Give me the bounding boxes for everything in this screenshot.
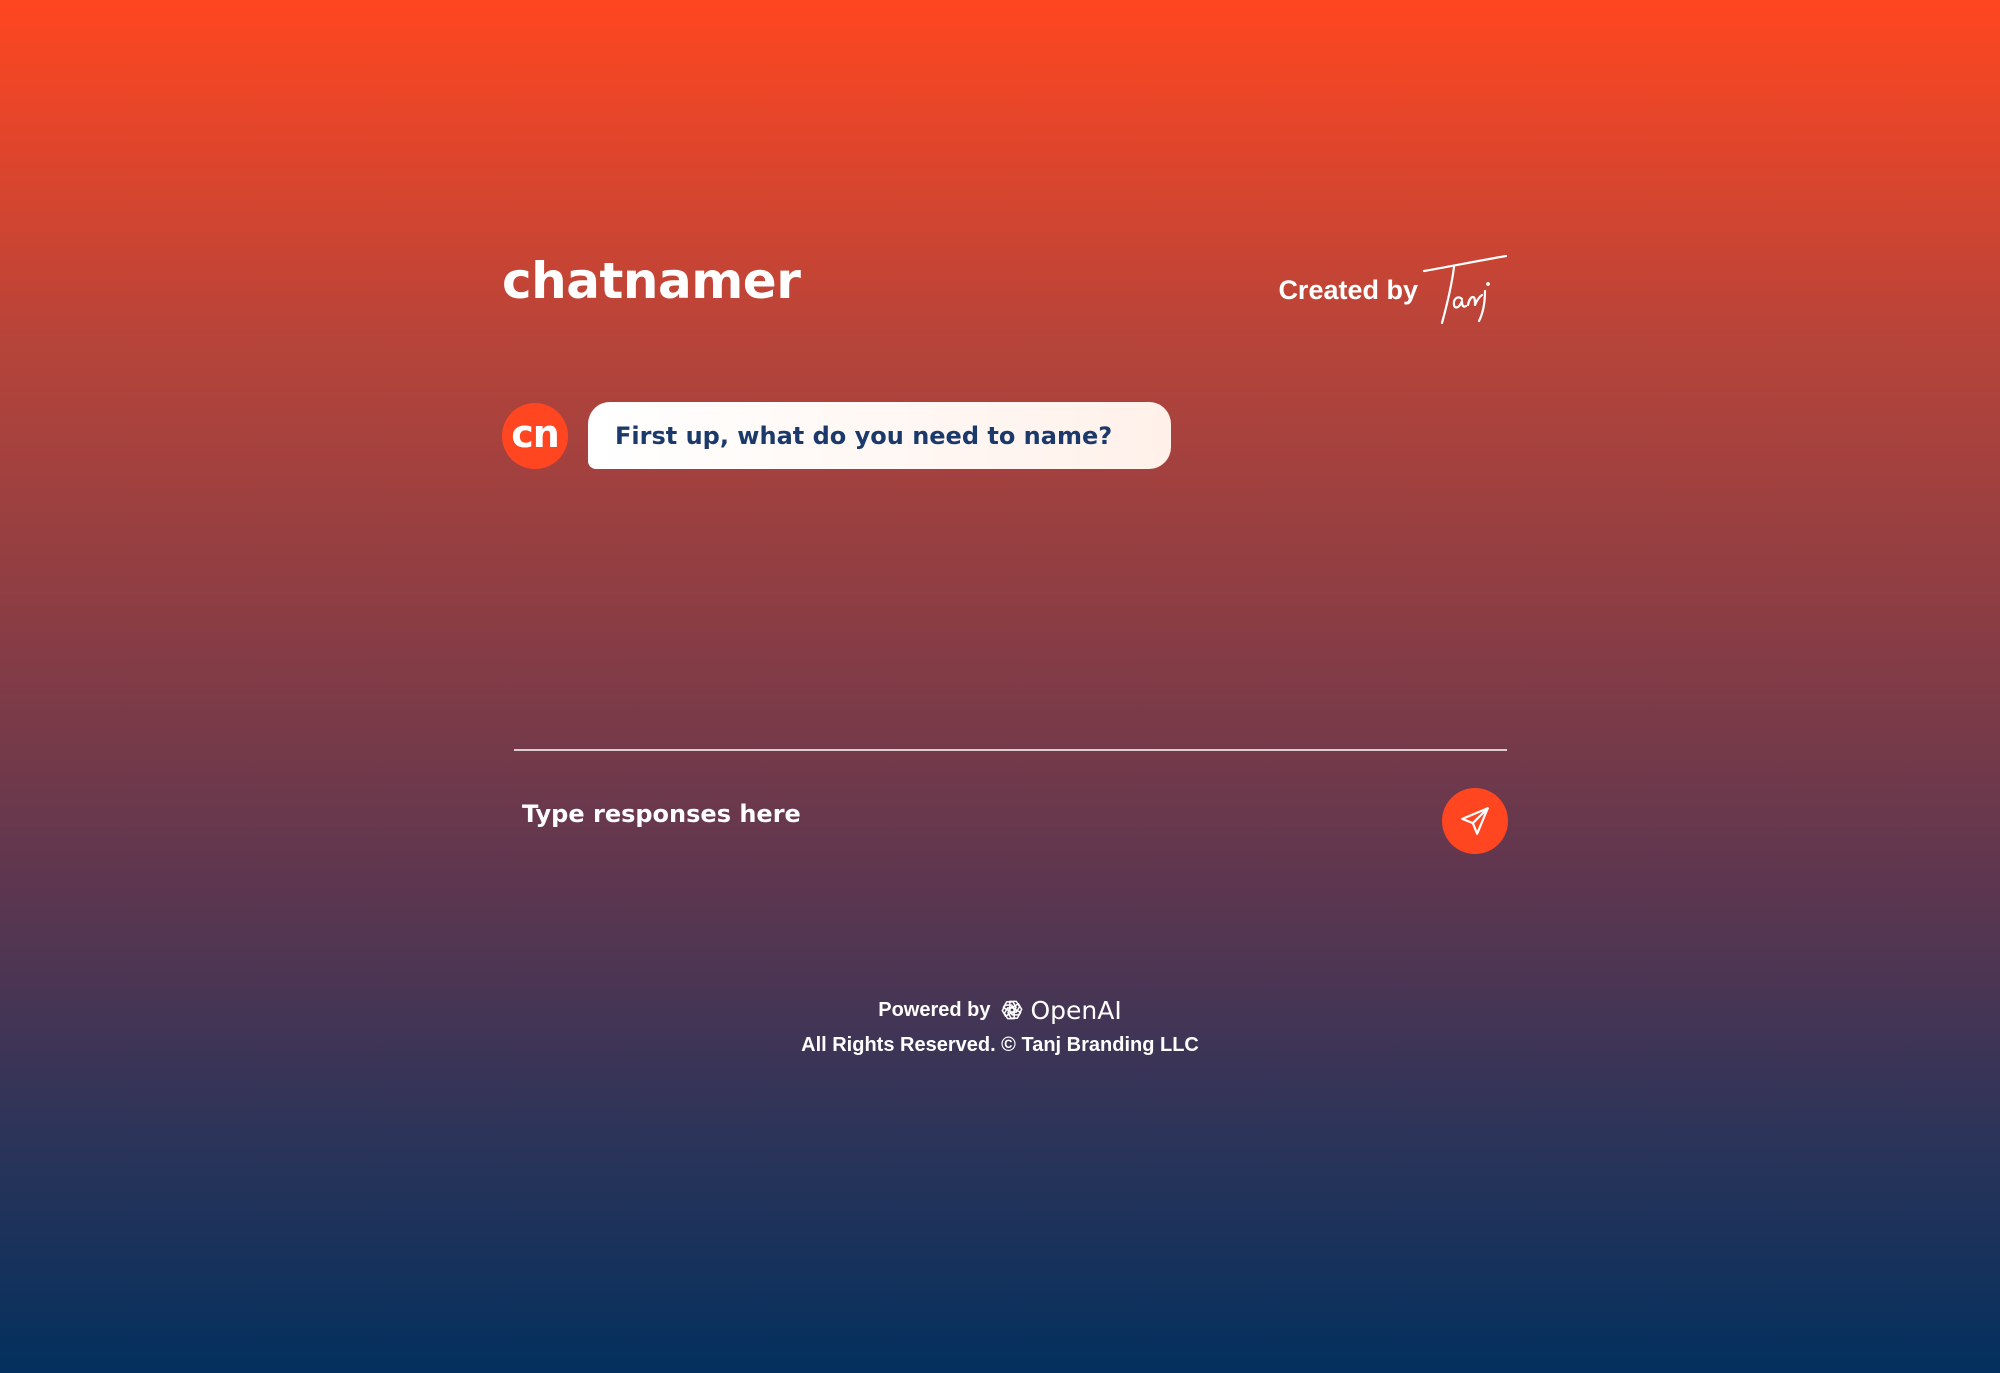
composer-divider xyxy=(514,749,1507,751)
app-title: chatnamer xyxy=(502,252,801,310)
openai-name: OpenAI xyxy=(1030,995,1122,1025)
footer: Powered by OpenAI All Rights Reserved. ©… xyxy=(0,990,2000,1057)
send-button[interactable] xyxy=(1442,788,1508,854)
composer xyxy=(514,788,1508,858)
tanj-signature-logo xyxy=(1422,255,1508,325)
copyright-notice: All Rights Reserved. © Tanj Branding LLC xyxy=(801,1034,1199,1056)
openai-logo-icon xyxy=(1001,1000,1022,1020)
bot-message-row: cn First up, what do you need to name? xyxy=(502,402,1171,469)
bot-message-bubble: First up, what do you need to name? xyxy=(588,402,1171,469)
powered-by-label: Powered by xyxy=(878,998,991,1021)
powered-by: Powered by OpenAI xyxy=(878,990,1122,1030)
created-by-credit: Created by xyxy=(1278,250,1508,330)
paper-plane-icon xyxy=(1461,807,1489,835)
chatnamer-avatar: cn xyxy=(502,402,568,469)
response-input[interactable] xyxy=(514,788,1414,840)
created-by-label: Created by xyxy=(1278,274,1418,305)
